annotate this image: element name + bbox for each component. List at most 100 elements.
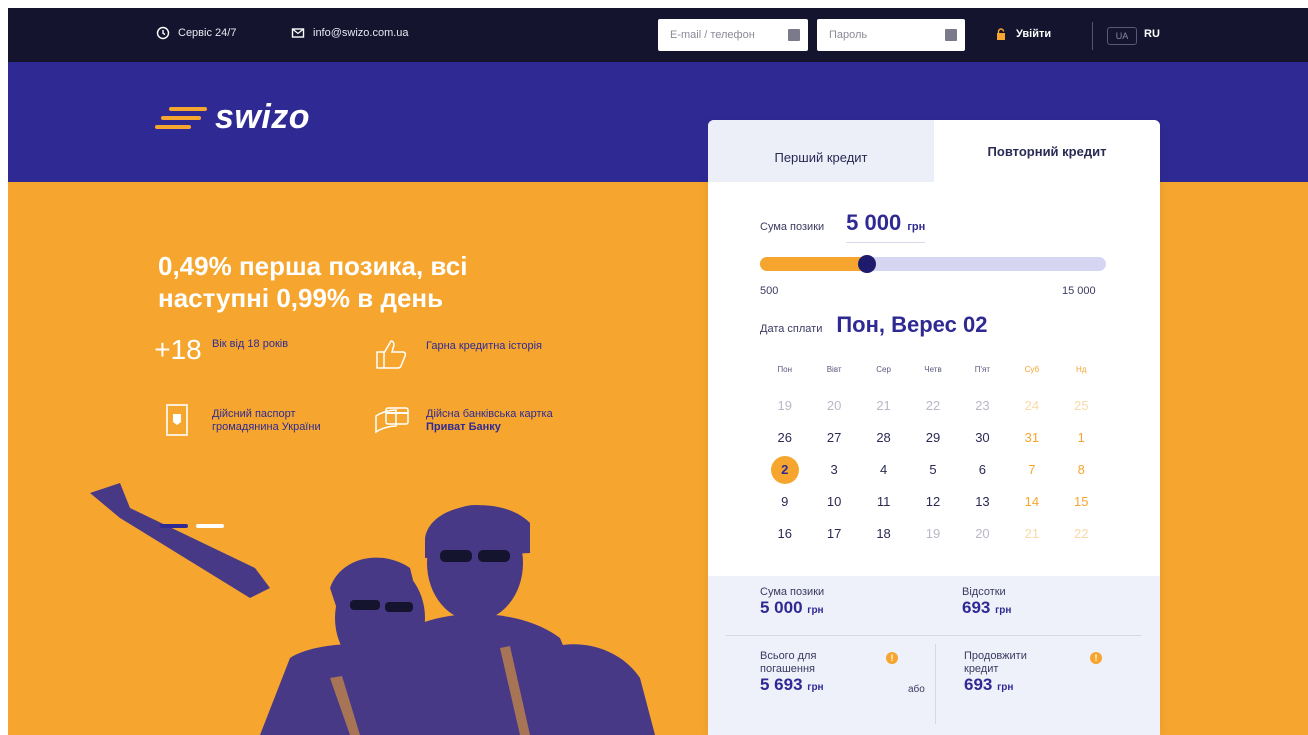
- logo-wordmark: swizo: [215, 98, 311, 136]
- requirement-age: +18 Вік від 18 років: [154, 334, 342, 374]
- amount-slider-thumb[interactable]: [858, 255, 877, 273]
- lang-ru-button[interactable]: RU: [1144, 28, 1160, 40]
- calendar-day[interactable]: 16: [760, 518, 809, 550]
- amount-currency: грн: [907, 221, 926, 233]
- calendar-day[interactable]: 8: [1057, 454, 1106, 486]
- calendar-day[interactable]: 5: [908, 454, 957, 486]
- tab-repeat-loan[interactable]: Повторний кредит: [934, 120, 1160, 182]
- summary-interest-currency: грн: [995, 605, 1012, 616]
- calendar-day[interactable]: 1: [1057, 422, 1106, 454]
- requirement-credit-history: Гарна кредитна історія: [372, 334, 556, 374]
- calendar-day[interactable]: 22: [1057, 518, 1106, 550]
- weekday-label: Суб: [1024, 365, 1040, 374]
- lock-icon: [997, 28, 1005, 40]
- calendar-day[interactable]: 21: [1007, 518, 1056, 550]
- amount-slider[interactable]: [760, 255, 1106, 273]
- calendar: Пон Вівт Сер Четв П'ят Суб Нд 19 20 21 22 23 24 25 26…: [760, 360, 1106, 550]
- calendar-day[interactable]: 20: [958, 518, 1007, 550]
- topbar-divider: [1092, 22, 1093, 50]
- logo[interactable]: swizo: [155, 98, 310, 137]
- email-info[interactable]: info@swizo.com.ua: [291, 26, 409, 40]
- calendar-day[interactable]: 30: [958, 422, 1007, 454]
- mail-icon: [291, 28, 305, 38]
- calendar-day[interactable]: 24: [1007, 390, 1056, 422]
- requirement-bank-card: Дійсна банківська картка Приват Банку: [372, 402, 556, 442]
- calendar-day[interactable]: 19: [760, 390, 809, 422]
- extend-info-icon[interactable]: !: [1090, 652, 1102, 664]
- requirement-text-plain: Дійсна банківська картка: [426, 408, 553, 420]
- calendar-weekdays: Пон Вівт Сер Четв П'ят Суб Нд: [760, 360, 1106, 390]
- bank-card-icon: [372, 402, 412, 442]
- calendar-day[interactable]: 10: [809, 486, 858, 518]
- or-label: або: [908, 684, 925, 695]
- calendar-day[interactable]: 14: [1007, 486, 1056, 518]
- calendar-day[interactable]: 7: [1007, 454, 1056, 486]
- passport-icon: [158, 402, 198, 442]
- login-input[interactable]: [670, 29, 780, 41]
- hero-headline: 0,49% перша позика, всі наступні 0,99% в…: [158, 251, 468, 313]
- calendar-day[interactable]: 17: [809, 518, 858, 550]
- calendar-day[interactable]: 21: [859, 390, 908, 422]
- calendar-day[interactable]: 15: [1057, 486, 1106, 518]
- summary-interest-value: 693: [962, 598, 991, 617]
- clock-icon: [156, 26, 170, 40]
- amount-row: Сума позики 5 000 грн: [760, 210, 926, 243]
- login-field[interactable]: [658, 19, 808, 51]
- age-18-icon: +18: [154, 334, 202, 365]
- calendar-day[interactable]: 25: [1057, 390, 1106, 422]
- calendar-day[interactable]: 29: [908, 422, 957, 454]
- calendar-day[interactable]: 13: [958, 486, 1007, 518]
- keyboard-icon[interactable]: [945, 29, 957, 41]
- calendar-day[interactable]: 23: [958, 390, 1007, 422]
- date-row: Дата сплати Пон, Верес 02: [760, 312, 987, 338]
- calendar-week: 19 20 21 22 23 24 25: [760, 390, 1106, 422]
- requirement-passport: Дійсний паспорт громадянина України: [158, 402, 342, 442]
- summary-loan-value: 5 000: [760, 598, 803, 617]
- calendar-day[interactable]: 12: [908, 486, 957, 518]
- calendar-days: 19 20 21 22 23 24 25 26 27 28 29 30 31 1 2 3 4 5 6 7 8 9 10 11 1…: [760, 390, 1106, 550]
- weekday-label: Сер: [876, 365, 891, 374]
- calendar-day[interactable]: 22: [908, 390, 957, 422]
- calendar-day[interactable]: 11: [859, 486, 908, 518]
- calendar-week: 26 27 28 29 30 31 1: [760, 422, 1106, 454]
- weekday-label: Пон: [777, 365, 793, 374]
- summary-interest: Відсотки 693 грн: [962, 586, 1011, 617]
- login-button[interactable]: Увійти: [996, 28, 1051, 40]
- requirement-text-bold: Приват Банку: [426, 421, 501, 433]
- calendar-day[interactable]: 20: [809, 390, 858, 422]
- calendar-day[interactable]: 18: [859, 518, 908, 550]
- calendar-day[interactable]: 26: [760, 422, 809, 454]
- requirement-text: Вік від 18 років: [212, 338, 289, 350]
- total-info-icon[interactable]: !: [886, 652, 898, 664]
- tab-first-loan[interactable]: Перший кредит: [708, 120, 934, 182]
- calendar-day[interactable]: 3: [809, 454, 858, 486]
- calendar-day[interactable]: 4: [859, 454, 908, 486]
- calendar-day[interactable]: 28: [859, 422, 908, 454]
- summary-extend-value: 693: [964, 675, 993, 694]
- calendar-day[interactable]: 6: [958, 454, 1007, 486]
- keyboard-icon[interactable]: [788, 29, 800, 41]
- service-text: Сервіс 24/7: [178, 27, 237, 39]
- top-bar: Сервіс 24/7 info@swizo.com.ua Увійти UA …: [8, 8, 1308, 62]
- email-link[interactable]: info@swizo.com.ua: [313, 27, 409, 39]
- calendar-day-selected[interactable]: 2: [760, 454, 809, 486]
- weekday-label: П'ят: [974, 365, 991, 374]
- summary-extend: Продовжити кредит 693 грн: [964, 650, 1054, 694]
- calendar-day[interactable]: 9: [760, 486, 809, 518]
- password-input[interactable]: [829, 29, 939, 41]
- weekday-label: Вівт: [826, 365, 842, 374]
- password-field[interactable]: [817, 19, 965, 51]
- amount-value-field[interactable]: 5 000 грн: [846, 210, 926, 243]
- calendar-day[interactable]: 27: [809, 422, 858, 454]
- calendar-week: 2345678: [760, 454, 1106, 486]
- amount-label: Сума позики: [760, 221, 825, 233]
- amount-value: 5 000: [846, 210, 902, 235]
- date-label: Дата сплати: [760, 323, 823, 335]
- summary-total-currency: грн: [807, 682, 824, 693]
- lang-ua-button[interactable]: UA: [1107, 27, 1137, 45]
- login-button-label: Увійти: [1016, 28, 1052, 40]
- summary-total-value: 5 693: [760, 675, 803, 694]
- calendar-day[interactable]: 19: [908, 518, 957, 550]
- calendar-day[interactable]: 31: [1007, 422, 1056, 454]
- summary-loan-currency: грн: [807, 605, 824, 616]
